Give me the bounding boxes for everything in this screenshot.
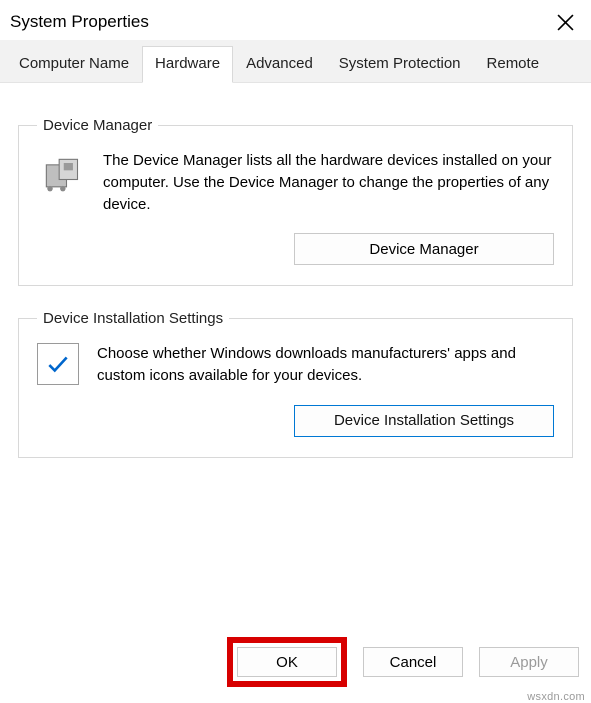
device-installation-settings-button[interactable]: Device Installation Settings	[294, 405, 554, 437]
watermark: wsxdn.com	[527, 691, 585, 703]
tab-remote[interactable]: Remote	[474, 46, 553, 82]
close-button[interactable]	[553, 10, 577, 34]
device-installation-group: Device Installation Settings Choose whet…	[18, 310, 573, 458]
window-title: System Properties	[10, 12, 149, 32]
device-manager-desc: The Device Manager lists all the hardwar…	[103, 150, 554, 215]
tab-advanced[interactable]: Advanced	[233, 46, 326, 82]
device-manager-legend: Device Manager	[37, 117, 158, 134]
hardware-panel: Device Manager The Device Manager lists …	[0, 83, 591, 643]
tab-hardware[interactable]: Hardware	[142, 46, 233, 83]
tab-computer-name[interactable]: Computer Name	[6, 46, 142, 82]
device-installation-desc: Choose whether Windows downloads manufac…	[97, 343, 554, 387]
device-manager-icon	[37, 150, 85, 198]
apply-button[interactable]: Apply	[479, 647, 579, 677]
ok-button[interactable]: OK	[237, 647, 337, 677]
device-manager-group: Device Manager The Device Manager lists …	[18, 117, 573, 286]
checkmark-icon	[37, 343, 79, 385]
device-manager-button[interactable]: Device Manager	[294, 233, 554, 265]
tab-strip: Computer Name Hardware Advanced System P…	[0, 40, 591, 83]
dialog-button-row: OK Cancel Apply	[223, 627, 583, 697]
tab-system-protection[interactable]: System Protection	[326, 46, 474, 82]
cancel-button[interactable]: Cancel	[363, 647, 463, 677]
close-icon	[557, 14, 574, 31]
ok-highlight: OK	[227, 637, 347, 687]
device-installation-legend: Device Installation Settings	[37, 310, 229, 327]
